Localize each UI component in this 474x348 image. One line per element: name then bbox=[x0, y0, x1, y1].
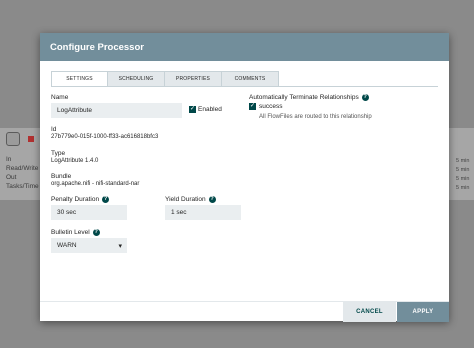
penalty-duration-label-text: Penalty Duration bbox=[51, 196, 100, 204]
stat-label-tasks: Tasks/Time bbox=[6, 183, 39, 190]
yield-duration-label: Yield Duration? bbox=[165, 196, 216, 203]
stat-label-out: Out bbox=[6, 174, 17, 181]
enabled-checkbox[interactable]: ✓ bbox=[189, 106, 196, 113]
tab-settings[interactable]: SETTINGS bbox=[51, 71, 108, 87]
stat-time-3: 5 min bbox=[456, 176, 470, 182]
stat-label-readwrite: Read/Write bbox=[6, 165, 39, 172]
processor-icon bbox=[6, 132, 20, 146]
bulletin-level-select[interactable]: WARN ▾ bbox=[51, 238, 127, 253]
yield-duration-label-text: Yield Duration bbox=[165, 196, 206, 204]
bulletin-level-value: WARN bbox=[57, 242, 77, 249]
bundle-value: org.apache.nifi - nifi-standard-nar bbox=[51, 181, 140, 187]
auto-terminate-label-text: Automatically Terminate Relationships bbox=[249, 94, 359, 102]
penalty-duration-input[interactable]: 30 sec bbox=[51, 205, 127, 220]
success-relationship-description: All FlowFiles are routed to this relatio… bbox=[259, 114, 372, 120]
stat-label-in: In bbox=[6, 156, 12, 163]
help-icon[interactable]: ? bbox=[208, 196, 216, 203]
id-value: 27b779e0-015f-1000-ff33-ac616818bfc3 bbox=[51, 134, 159, 140]
enabled-label: Enabled bbox=[198, 106, 222, 113]
bulletin-level-label-text: Bulletin Level bbox=[51, 229, 90, 237]
success-relationship-label: success bbox=[259, 103, 283, 110]
apply-button[interactable]: APPLY bbox=[397, 302, 449, 322]
tab-scheduling[interactable]: SCHEDULING bbox=[108, 71, 165, 87]
auto-terminate-label: Automatically Terminate Relationships? bbox=[249, 94, 369, 101]
tab-divider bbox=[51, 86, 438, 87]
help-icon[interactable]: ? bbox=[102, 196, 110, 203]
dialog-title: Configure Processor bbox=[40, 33, 449, 61]
yield-duration-input[interactable]: 1 sec bbox=[165, 205, 241, 220]
stat-time-1: 5 min bbox=[456, 158, 470, 164]
type-value: LogAttribute 1.4.0 bbox=[51, 158, 99, 164]
success-checkbox[interactable]: ✓ bbox=[249, 103, 256, 110]
tab-properties[interactable]: PROPERTIES bbox=[165, 71, 222, 87]
name-input[interactable]: LogAttribute bbox=[51, 103, 182, 118]
processor-stats-right: 5 min 5 min 5 min 5 min bbox=[448, 128, 474, 200]
stat-time-4: 5 min bbox=[456, 185, 470, 191]
tab-bar: SETTINGS SCHEDULING PROPERTIES COMMENTS bbox=[51, 71, 279, 87]
dialog-footer: CANCEL APPLY bbox=[40, 301, 449, 322]
chevron-down-icon: ▾ bbox=[118, 243, 122, 250]
bulletin-level-label: Bulletin Level? bbox=[51, 229, 100, 236]
configure-processor-dialog: Configure Processor SETTINGS SCHEDULING … bbox=[40, 33, 449, 322]
stat-time-2: 5 min bbox=[456, 167, 470, 173]
bundle-label: Bundle bbox=[51, 173, 72, 180]
cancel-button[interactable]: CANCEL bbox=[343, 302, 396, 322]
help-icon[interactable]: ? bbox=[361, 94, 369, 101]
tab-comments[interactable]: COMMENTS bbox=[222, 71, 279, 87]
name-label: Name bbox=[51, 94, 69, 101]
id-label: Id bbox=[51, 126, 57, 133]
penalty-duration-label: Penalty Duration? bbox=[51, 196, 110, 204]
type-label: Type bbox=[51, 150, 66, 157]
help-icon[interactable]: ? bbox=[92, 229, 100, 236]
stopped-status-icon bbox=[28, 136, 34, 142]
